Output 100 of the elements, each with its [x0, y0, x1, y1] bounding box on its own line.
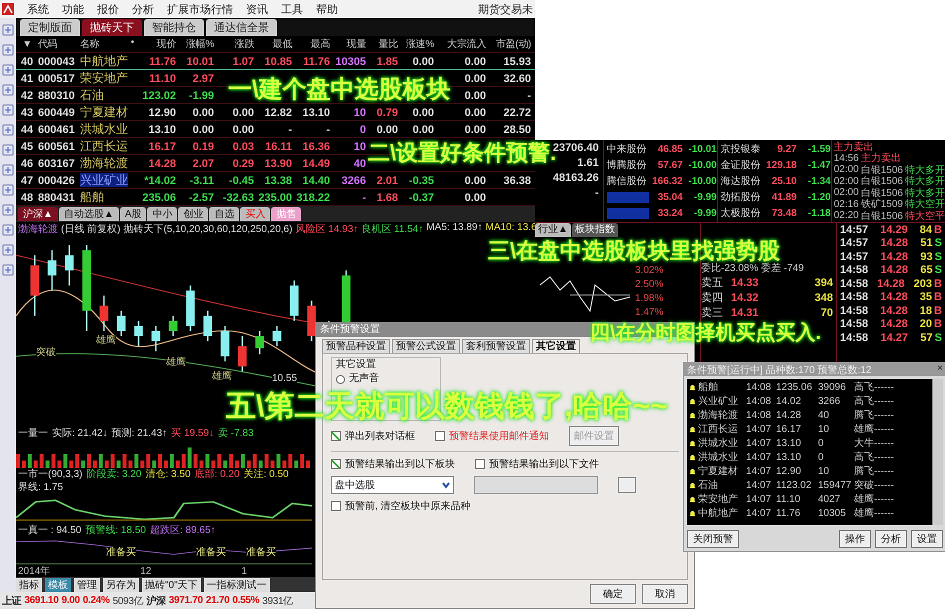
page-tab[interactable]: 定制版面 [20, 19, 80, 36]
dialog-tab[interactable]: 套利预警设置 [462, 339, 530, 353]
template-tab[interactable]: 管理 [74, 578, 100, 592]
stock-name[interactable]: 洪城水业 [698, 450, 746, 464]
column-header[interactable]: ▼ [16, 38, 38, 50]
block-dropdown[interactable]: 盘中选股 [331, 476, 454, 494]
stock-name[interactable]: 江西长运 [698, 422, 746, 436]
column-header[interactable]: 涨跌 [216, 37, 256, 51]
browse-button[interactable] [618, 477, 636, 493]
market-tab[interactable]: 沪深▲ [18, 207, 58, 221]
close-button[interactable]: × [937, 363, 943, 376]
scrollbar[interactable] [932, 379, 943, 525]
stock-name[interactable]: 洪城水业 [698, 436, 746, 450]
menu-item[interactable]: 扩展市场行情 [167, 2, 233, 16]
tool-icon[interactable] [2, 104, 14, 116]
menu-item[interactable]: 报价 [97, 2, 119, 16]
dialog-tab[interactable]: 预警品种设置 [322, 339, 390, 353]
alert-button[interactable]: 分析 [875, 530, 907, 548]
tool-icon[interactable] [2, 24, 14, 36]
table-cell: 235.06 [142, 192, 176, 204]
table-cell: - [288, 124, 292, 136]
stock-name[interactable]: 兴业矿业 [698, 394, 746, 408]
table-cell: 0.00 [464, 124, 486, 136]
page-tab[interactable]: 通达信全景 [206, 19, 277, 36]
template-tab[interactable]: 一指标测试一 [204, 578, 270, 592]
stock-name[interactable]: 中航地产 [698, 506, 746, 520]
template-tab[interactable]: 另存为 [103, 578, 139, 592]
tool-icon[interactable] [2, 204, 14, 216]
sector-tab[interactable]: 板块指数 [572, 223, 618, 237]
alert-button[interactable]: 操作 [839, 530, 871, 548]
tool-icon[interactable] [2, 244, 14, 256]
tool-icon[interactable] [2, 164, 14, 176]
alert-button[interactable]: 设置 [911, 530, 943, 548]
checkbox[interactable] [475, 459, 485, 469]
stock-name[interactable]: 渤海轮渡 [698, 408, 746, 422]
page-tab[interactable]: 抛砖天下 [82, 19, 142, 36]
stock-name[interactable]: 海达股份 [720, 174, 763, 188]
candlestick [203, 310, 212, 342]
column-header[interactable]: 量比 [368, 37, 400, 51]
stock-name[interactable]: 中来股份 [606, 142, 649, 156]
column-header[interactable]: 最低 [256, 37, 294, 51]
stock-name[interactable]: 劲拓股份 [720, 190, 763, 204]
tool-icon[interactable] [2, 264, 14, 276]
menu-item[interactable]: 资讯 [246, 2, 268, 16]
stock-name[interactable]: 太极股份 [720, 206, 763, 220]
menu-item[interactable]: 系统 [27, 2, 49, 16]
tool-icon[interactable] [2, 44, 14, 56]
menu-item[interactable]: 帮助 [316, 2, 338, 16]
dialog-tab[interactable]: 预警公式设置 [392, 339, 460, 353]
dialog-button[interactable]: 确定 [590, 584, 636, 604]
stock-name[interactable]: 宁夏建材 [698, 464, 746, 478]
tool-icon[interactable] [2, 84, 14, 96]
stock-name[interactable]: 金证股份 [720, 158, 763, 172]
alert-signal: 雄鹰------ [854, 422, 895, 436]
tick-side: S [934, 264, 942, 276]
tool-icon[interactable] [2, 64, 14, 76]
template-tab[interactable]: 指标 [16, 578, 42, 592]
column-header[interactable]: 现量 [332, 37, 368, 51]
stock-name[interactable]: 船舶 [698, 380, 746, 394]
market-tab[interactable]: 创业 [178, 207, 208, 221]
stock-name[interactable]: 腾信股份 [606, 174, 649, 188]
column-header[interactable]: 现价 [136, 37, 178, 51]
column-header[interactable]: 市盈(动) [488, 37, 533, 51]
market-tab[interactable]: 自动选股▲ [58, 207, 119, 221]
template-tab[interactable]: 模板 [45, 578, 71, 592]
column-header[interactable]: 大宗流入 [436, 37, 488, 51]
table-cell: -1.99 [188, 90, 214, 102]
menu-item[interactable]: 功能 [62, 2, 84, 16]
market-tab[interactable]: A股 [120, 207, 146, 221]
column-header[interactable]: 代码 [38, 37, 80, 51]
stock-name[interactable]: 荣安地产 [698, 492, 746, 506]
checkbox[interactable] [331, 501, 341, 511]
column-header[interactable]: 最高 [294, 37, 332, 51]
column-header[interactable]: 涨速% [400, 37, 436, 51]
menu-item[interactable]: 分析 [132, 2, 154, 16]
alert-button[interactable]: 关闭预警 [687, 530, 739, 548]
buy-signal-label: 准备买 [246, 547, 276, 559]
stock-name[interactable]: 京投银泰 [720, 142, 763, 156]
checkbox[interactable] [435, 431, 445, 441]
dialog-button[interactable]: 取消 [642, 584, 688, 604]
template-tab[interactable]: 抛砖"0"天下 [142, 578, 201, 592]
tool-icon[interactable] [2, 144, 14, 156]
menu-item[interactable]: 工具 [281, 2, 303, 16]
dialog-tab[interactable]: 其它设置 [532, 339, 580, 353]
sector-tab[interactable]: 行业▲ [535, 223, 571, 237]
market-tab[interactable]: 自选 [209, 207, 240, 221]
radio-button[interactable] [336, 374, 345, 384]
table-cell: 船舶 [80, 190, 104, 204]
stock-name[interactable]: 石油 [698, 478, 746, 492]
checkbox[interactable] [331, 431, 341, 441]
stock-name[interactable]: 博腾股份 [606, 158, 649, 172]
market-tab[interactable]: 中小 [147, 207, 178, 221]
stock-change: -1.34 [806, 176, 831, 186]
column-header[interactable]: 涨幅% [178, 37, 216, 51]
column-header[interactable]: 名称 [80, 37, 100, 51]
checkbox[interactable] [331, 459, 341, 469]
page-tab[interactable]: 智能持仓 [144, 19, 204, 36]
tool-icon[interactable] [2, 124, 14, 136]
tool-icon[interactable] [2, 184, 14, 196]
tool-icon[interactable] [2, 224, 14, 236]
